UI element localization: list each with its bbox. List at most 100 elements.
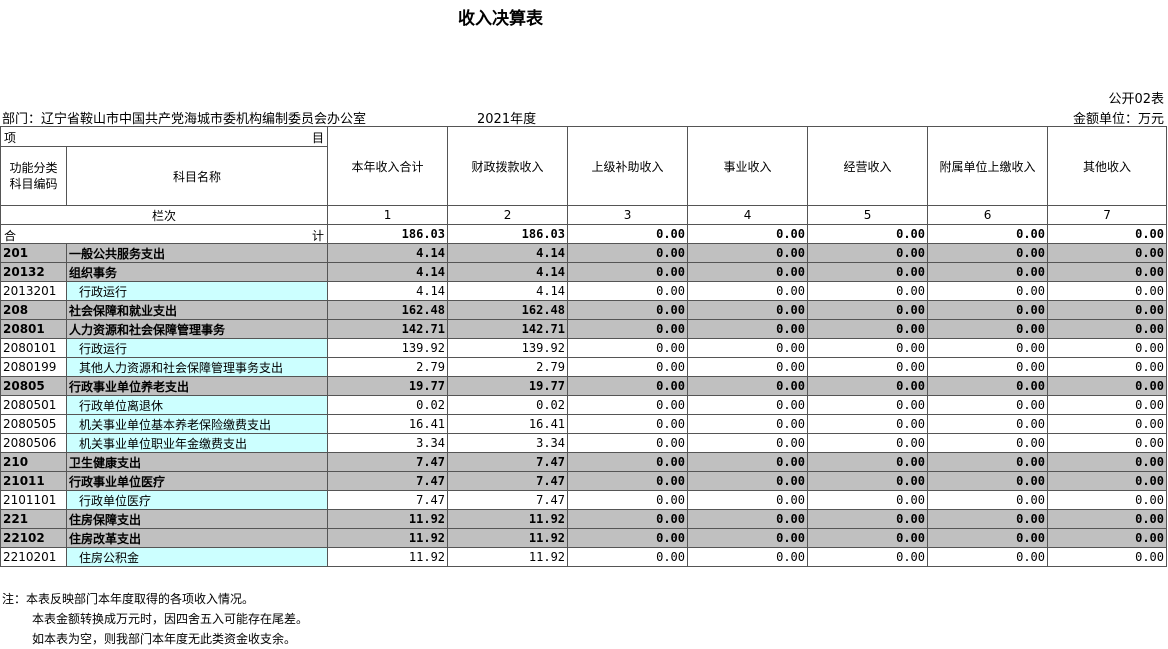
row-code: 2080506: [0, 433, 67, 453]
row-code: 20805: [0, 376, 67, 396]
note-line: 如本表为空，则我部门本年度无此类资金收支余。: [32, 632, 297, 646]
row-name: 行政运行: [65, 338, 329, 358]
row-value: 0.00: [1047, 452, 1168, 472]
row-value: 7.47: [447, 490, 569, 510]
row-value: 0.00: [1047, 376, 1168, 396]
row-value: 162.48: [327, 300, 449, 320]
header-col-5: 经营收入: [807, 126, 929, 206]
row-value: 0.00: [1047, 414, 1168, 434]
row-code: 221: [0, 509, 67, 529]
table-row: 2013201 行政运行 4.14 4.14 0.00 0.00 0.00 0.00 0.00: [0, 281, 1168, 301]
row-value: 139.92: [327, 338, 449, 358]
row-value: 0.00: [687, 528, 809, 548]
row-value: 0.00: [807, 547, 929, 567]
row-value: 0.02: [327, 395, 449, 415]
row-value: 4.14: [447, 281, 569, 301]
row-value: 0.00: [567, 262, 689, 282]
row-value: 7.47: [327, 471, 449, 491]
row-value: 4.14: [327, 281, 449, 301]
row-value: 0.00: [567, 509, 689, 529]
row-code: 2080501: [0, 395, 67, 415]
row-code: 2210201: [0, 547, 67, 567]
row-value: 0.00: [1047, 319, 1168, 339]
row-value: 11.92: [327, 547, 449, 567]
row-code: 2101101: [0, 490, 67, 510]
header-col-1: 本年收入合计: [327, 126, 449, 206]
row-value: 0.00: [927, 319, 1049, 339]
row-value: 7.47: [327, 490, 449, 510]
row-value: 4.14: [327, 262, 449, 282]
row-value: 0.00: [687, 509, 809, 529]
row-code: 2080101: [0, 338, 67, 358]
row-value: 3.34: [327, 433, 449, 453]
page-title: 收入决算表: [458, 9, 543, 29]
col-number: 5: [807, 205, 929, 225]
table-row: 2101101 行政单位医疗 7.47 7.47 0.00 0.00 0.00 0.00 0.0…: [0, 490, 1168, 510]
year-label: 2021年度: [477, 112, 537, 127]
row-value: 0.00: [927, 281, 1049, 301]
row-value: 0.00: [687, 395, 809, 415]
form-code: 公开02表: [1108, 92, 1164, 107]
row-value: 0.00: [687, 452, 809, 472]
row-code: 20132: [0, 262, 67, 282]
table-row: 2210201 住房公积金 11.92 11.92 0.00 0.00 0.00 0.00 0.…: [0, 547, 1168, 567]
header-col-4: 事业收入: [687, 126, 809, 206]
table-row: 20801 人力资源和社会保障管理事务 142.71 142.71 0.00 0.00 0.…: [0, 319, 1168, 339]
row-value: 0.00: [927, 262, 1049, 282]
row-value: 0.00: [1047, 395, 1168, 415]
row-value: 0.00: [927, 357, 1049, 377]
table-row: 2080199 其他人力资源和社会保障管理事务支出 2.79 2.79 0.00 0.00…: [0, 357, 1168, 377]
row-value: 0.00: [927, 338, 1049, 358]
row-value: 0.00: [927, 414, 1049, 434]
row-value: 0.00: [807, 528, 929, 548]
row-value: 0.00: [1047, 281, 1168, 301]
row-name: 行政运行: [65, 281, 329, 301]
row-value: 0.00: [807, 395, 929, 415]
row-value: 0.00: [927, 509, 1049, 529]
row-value: 0.00: [807, 357, 929, 377]
row-value: 0.00: [1047, 243, 1168, 263]
row-name: 组织事务: [65, 262, 329, 282]
row-name: 机关事业单位职业年金缴费支出: [65, 433, 329, 453]
row-value: 0.00: [807, 243, 929, 263]
row-code: 2013201: [0, 281, 67, 301]
row-value: 0.00: [567, 300, 689, 320]
header-item-right: 目: [312, 131, 325, 145]
row-name: 行政单位离退休: [65, 395, 329, 415]
row-value: 11.92: [327, 509, 449, 529]
row-value: 0.00: [687, 281, 809, 301]
row-value: 162.48: [447, 300, 569, 320]
row-value: 0.00: [687, 414, 809, 434]
row-value: 19.77: [327, 376, 449, 396]
row-value: 0.00: [567, 452, 689, 472]
row-value: 0.00: [567, 414, 689, 434]
row-value: 0.00: [687, 319, 809, 339]
row-value: 0.00: [567, 528, 689, 548]
row-value: 0.00: [1047, 471, 1168, 491]
col-number: 3: [567, 205, 689, 225]
row-value: 0.00: [687, 300, 809, 320]
row-name: 住房公积金: [65, 547, 329, 567]
row-value: 0.00: [687, 357, 809, 377]
row-code: 20801: [0, 319, 67, 339]
col-number: 4: [687, 205, 809, 225]
row-name: 机关事业单位基本养老保险缴费支出: [65, 414, 329, 434]
row-value: 0.00: [1047, 300, 1168, 320]
row-value: 0.00: [927, 490, 1049, 510]
row-value: 11.92: [447, 509, 569, 529]
row-value: 0.00: [927, 433, 1049, 453]
row-value: 0.00: [807, 281, 929, 301]
row-value: 0.00: [567, 243, 689, 263]
total-right: 计: [312, 229, 325, 243]
row-value: 0.00: [567, 281, 689, 301]
header-col-6: 附属单位上缴收入: [927, 126, 1049, 206]
header-col-7: 其他收入: [1047, 126, 1168, 206]
row-value: 0.00: [807, 319, 929, 339]
total-value: 0.00: [927, 224, 1049, 244]
row-value: 0.00: [807, 471, 929, 491]
total-value: 0.00: [567, 224, 689, 244]
row-name: 住房保障支出: [65, 509, 329, 529]
row-value: 4.14: [327, 243, 449, 263]
row-value: 0.00: [567, 547, 689, 567]
unit-label: 金额单位：万元: [1072, 112, 1164, 127]
